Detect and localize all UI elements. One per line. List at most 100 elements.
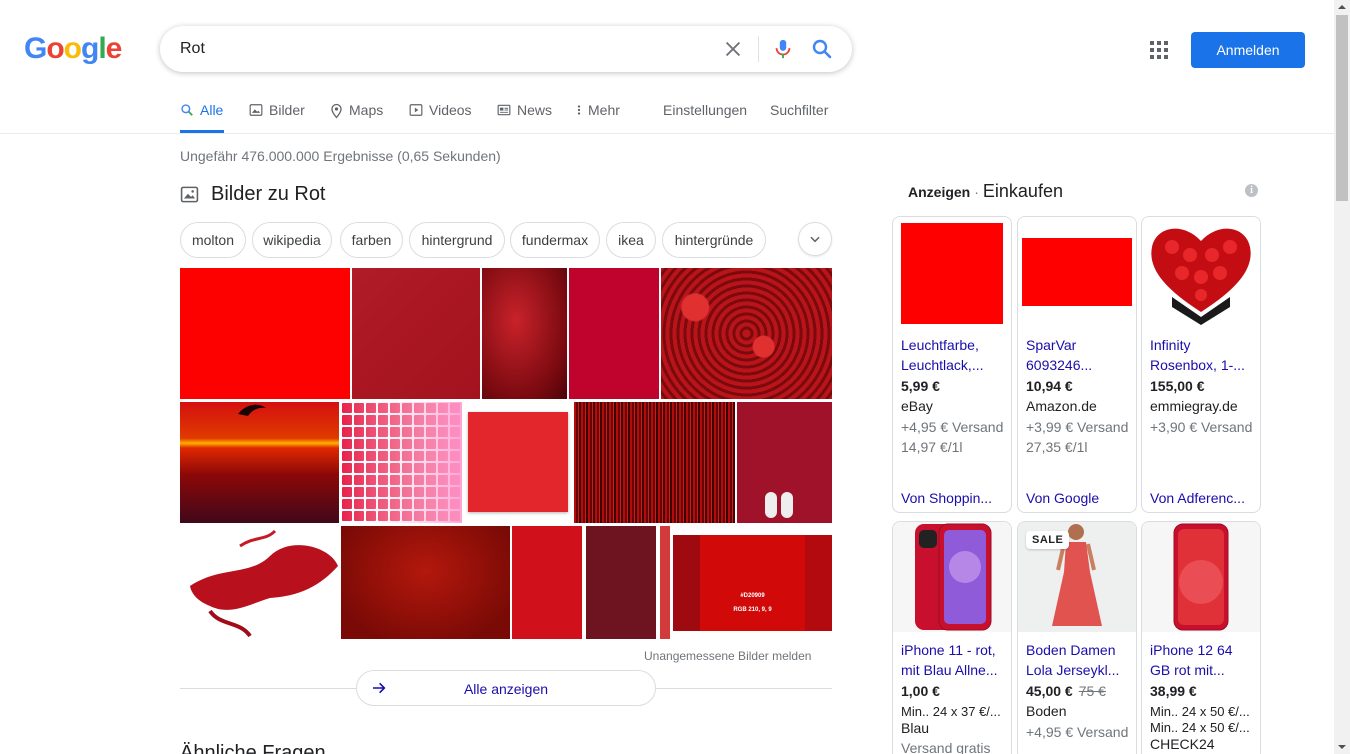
- chip[interactable]: hintergründe: [662, 222, 766, 258]
- google-logo[interactable]: Google: [24, 32, 122, 66]
- image-thumbnail[interactable]: [180, 268, 350, 399]
- color-tiles: [341, 402, 462, 523]
- swatch-hex-label: #D20909: [740, 593, 765, 599]
- tab-images[interactable]: Bilder: [249, 100, 305, 133]
- chip[interactable]: ikea: [606, 222, 656, 258]
- product-source-link[interactable]: Von Shoppin...: [901, 490, 1009, 506]
- chip[interactable]: fundermax: [510, 222, 600, 258]
- tab-label: News: [517, 102, 553, 118]
- product-image: [1142, 217, 1260, 327]
- image-thumbnail[interactable]: [569, 268, 659, 399]
- chip[interactable]: hintergrund: [409, 222, 505, 258]
- product-card[interactable]: iPhone 11 - rot, mit Blau Allne... 1,00 €…: [892, 521, 1012, 754]
- search-icon[interactable]: [810, 37, 834, 61]
- image-thumbnail[interactable]: [482, 268, 567, 399]
- product-title[interactable]: iPhone 12 64 GB rot mit...: [1150, 640, 1258, 680]
- image-thumbnail[interactable]: [574, 402, 735, 523]
- product-shipping: Versand gratis: [901, 740, 991, 754]
- image-thumbnail[interactable]: [352, 268, 480, 399]
- ads-separator: ·: [974, 184, 979, 200]
- news-icon: [497, 104, 511, 116]
- tab-news[interactable]: News: [497, 100, 552, 133]
- product-card[interactable]: Infinity Rosenbox, 1-... 155,00 € emmiegr…: [1141, 216, 1261, 513]
- product-shipping: +4,95 € Versand: [1026, 724, 1129, 740]
- tab-all[interactable]: Alle: [180, 100, 224, 133]
- product-shipping: +4,95 € Versand: [901, 419, 1004, 435]
- product-title[interactable]: Infinity Rosenbox, 1-...: [1150, 335, 1258, 375]
- show-all-images-button[interactable]: Alle anzeigen: [356, 670, 656, 706]
- product-image: [893, 522, 1011, 632]
- product-title[interactable]: Boden Damen Lola Jerseykl...: [1026, 640, 1134, 680]
- video-icon: [409, 104, 423, 116]
- product-unit-price: 14,97 €/1l: [901, 439, 963, 455]
- scrollbar-thumb[interactable]: [1336, 15, 1348, 201]
- tab-label: Suchfilter: [770, 102, 829, 118]
- product-title[interactable]: Leuchtfarbe, Leuchtlack,...: [901, 335, 1009, 375]
- apps-grid-icon[interactable]: [1150, 41, 1168, 59]
- tab-label: Bilder: [269, 102, 305, 118]
- image-thumbnail[interactable]: #D20909 RGB 210, 9, 9: [673, 526, 832, 639]
- tab-more[interactable]: Mehr: [576, 100, 620, 133]
- report-images-link[interactable]: Unangemessene Bilder melden: [644, 649, 811, 663]
- result-stats: Ungefähr 476.000.000 Ergebnisse (0,65 Se…: [180, 148, 501, 164]
- chip[interactable]: farben: [340, 222, 403, 258]
- current-price: 45,00 €: [1026, 683, 1073, 699]
- product-title[interactable]: SparVar 6093246...: [1026, 335, 1134, 375]
- product-card[interactable]: SALE Boden Damen Lola Jerseykl... 45,00 €…: [1017, 521, 1137, 754]
- tab-maps[interactable]: Maps: [330, 100, 383, 133]
- image-thumbnail[interactable]: [512, 526, 582, 639]
- product-card[interactable]: Leuchtfarbe, Leuchtlack,... 5,99 € eBay +…: [892, 216, 1012, 513]
- info-icon[interactable]: i: [1245, 184, 1258, 197]
- product-price: 1,00 €: [901, 683, 940, 699]
- image-thumbnail[interactable]: [660, 526, 670, 639]
- microphone-icon[interactable]: [772, 37, 794, 61]
- product-detail: Min.. 24 x 50 €/...: [1150, 704, 1250, 719]
- iphone-12-red: [1173, 523, 1229, 631]
- product-source-link[interactable]: Von Adferenc...: [1150, 490, 1258, 506]
- search-icon: [181, 104, 193, 116]
- chips-expand-button[interactable]: [798, 222, 832, 256]
- product-shipping: +3,99 € Versand: [1026, 419, 1129, 435]
- search-input[interactable]: [180, 38, 700, 60]
- images-section-title[interactable]: Bilder zu Rot: [180, 183, 326, 206]
- product-price: 38,99 €: [1150, 683, 1197, 699]
- image-thumbnail[interactable]: [737, 402, 832, 523]
- product-image: [1142, 522, 1260, 632]
- image-thumbnail[interactable]: [180, 526, 339, 639]
- ads-label: Anzeigen: [908, 184, 971, 200]
- product-price: 5,99 €: [901, 378, 940, 394]
- scroll-down-arrow-icon[interactable]: [1334, 739, 1350, 754]
- image-thumbnail[interactable]: [661, 268, 832, 399]
- product-seller: Blau: [901, 720, 930, 736]
- clear-icon[interactable]: [722, 38, 744, 60]
- image-thumbnail[interactable]: [586, 526, 656, 639]
- product-source-link[interactable]: Von Google: [1026, 490, 1134, 506]
- image-thumbnail[interactable]: [180, 402, 339, 523]
- ink-splash: [190, 529, 338, 638]
- image-thumbnail[interactable]: [341, 526, 510, 639]
- tab-videos[interactable]: Videos: [409, 100, 472, 133]
- header-divider: [0, 133, 1334, 134]
- more-vert-icon: [577, 105, 581, 115]
- product-title[interactable]: iPhone 11 - rot, mit Blau Allne...: [901, 640, 1009, 680]
- product-card[interactable]: SparVar 6093246... 10,94 € Amazon.de +3,9…: [1017, 216, 1137, 513]
- chip[interactable]: molton: [180, 222, 246, 258]
- iphone-11-red: [915, 523, 992, 631]
- map-pin-icon: [331, 103, 342, 119]
- image-thumbnail[interactable]: [341, 402, 462, 523]
- image-thumbnail[interactable]: [464, 402, 572, 523]
- product-shipping: +3,90 € Versand: [1150, 419, 1253, 435]
- signin-button[interactable]: Anmelden: [1191, 32, 1305, 68]
- shopping-header: Anzeigen · Einkaufen: [908, 181, 1063, 202]
- image-icon: [249, 104, 263, 116]
- tab-tools[interactable]: Suchfilter: [770, 100, 828, 133]
- search-divider: [758, 36, 759, 62]
- chevron-down-icon: [810, 236, 820, 243]
- tab-settings[interactable]: Einstellungen: [663, 100, 747, 133]
- product-price: 155,00 €: [1150, 378, 1205, 394]
- image-icon: [180, 186, 199, 203]
- product-image: [1018, 217, 1136, 327]
- chip[interactable]: wikipedia: [252, 222, 332, 258]
- product-card[interactable]: iPhone 12 64 GB rot mit... 38,99 € Min.. …: [1141, 521, 1261, 754]
- scroll-up-arrow-icon[interactable]: [1334, 0, 1350, 15]
